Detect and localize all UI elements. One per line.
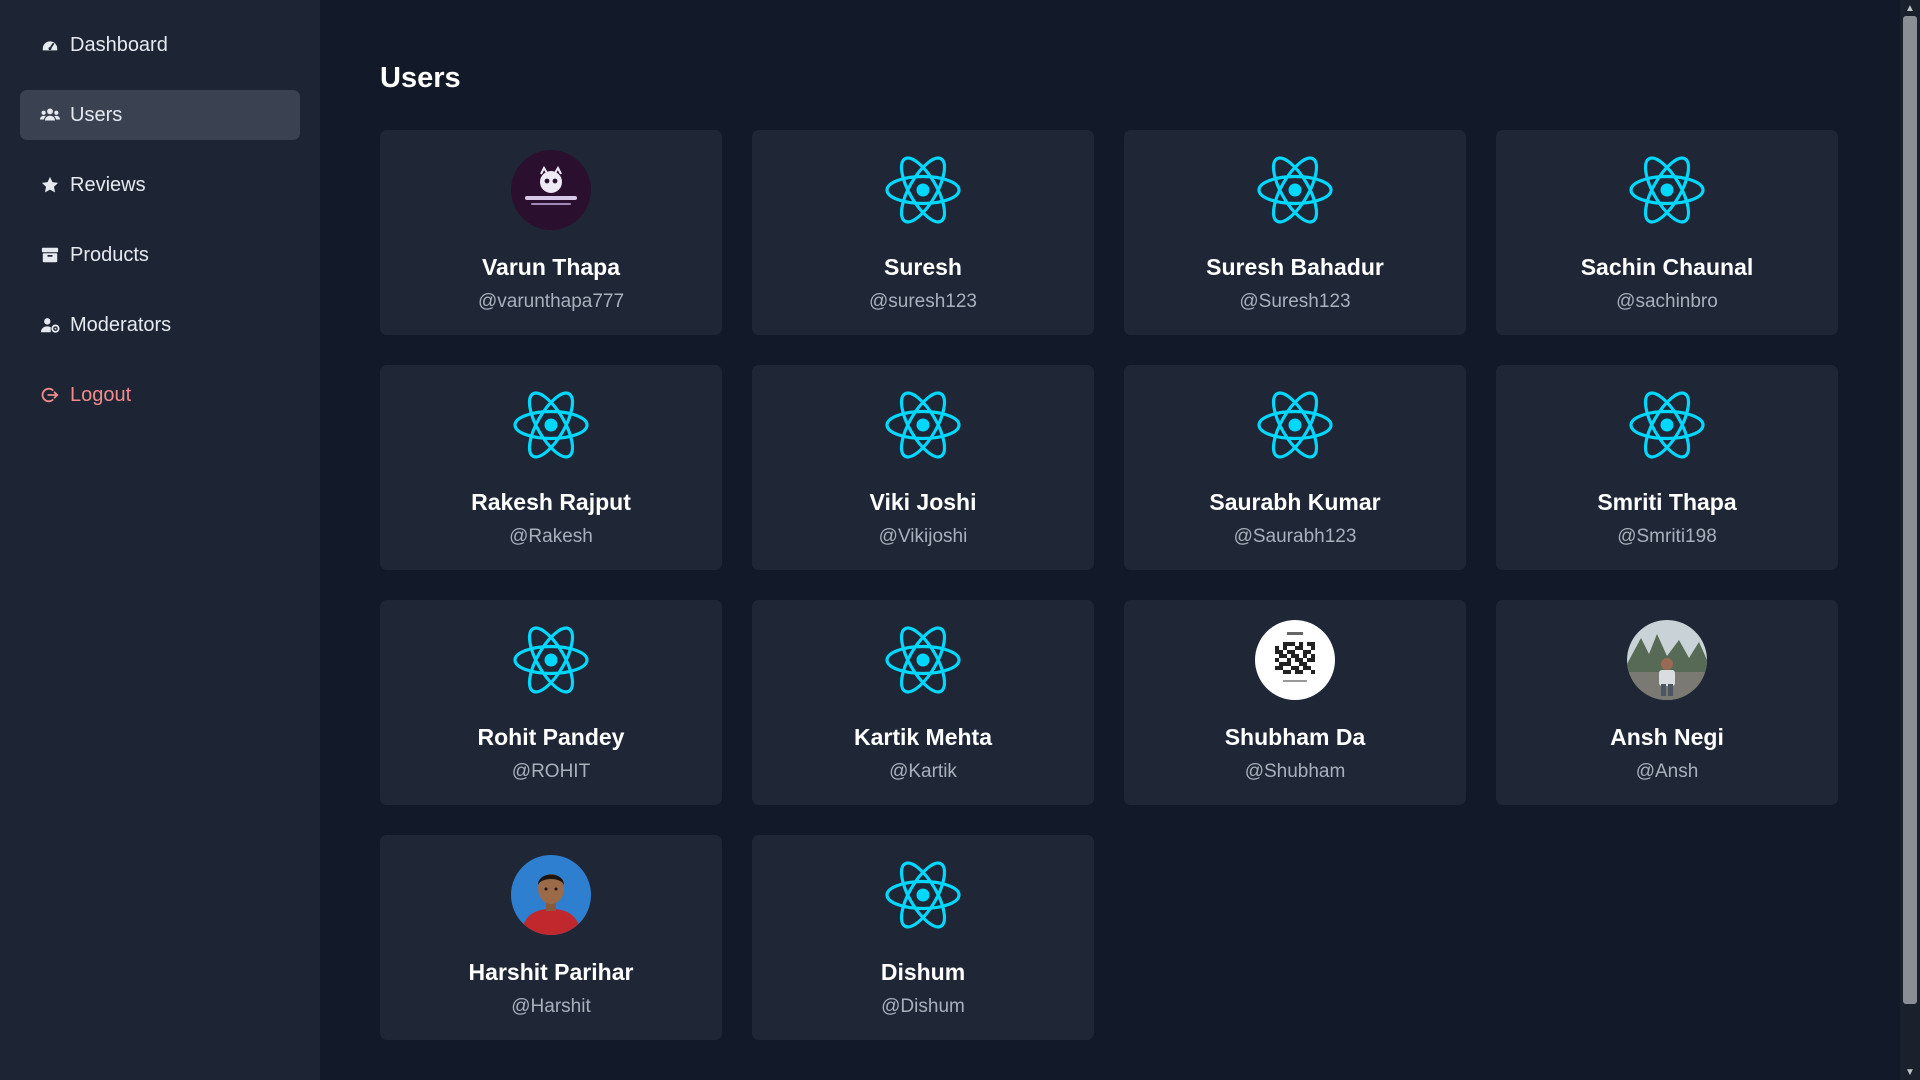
sidebar-item-label: Logout: [70, 383, 132, 406]
react-logo-icon: [1627, 385, 1707, 465]
user-card[interactable]: Dishum @Dishum: [752, 835, 1094, 1040]
user-photo-avatar: [511, 855, 591, 935]
sidebar-item-users[interactable]: Users: [20, 90, 300, 140]
user-card[interactable]: Smriti Thapa @Smriti198: [1496, 365, 1838, 570]
user-handle: @suresh123: [868, 291, 978, 312]
star-icon: [40, 175, 60, 195]
react-logo-icon: [1255, 385, 1335, 465]
user-card[interactable]: Kartik Mehta @Kartik: [752, 600, 1094, 805]
sidebar-item-label: Reviews: [70, 173, 146, 196]
react-logo-icon: [883, 150, 963, 230]
user-handle: @Shubham: [1244, 761, 1346, 782]
user-name: Smriti Thapa: [1597, 489, 1737, 515]
vertical-scrollbar[interactable]: ▲ ▼: [1900, 0, 1920, 1080]
user-handle: @Vikijoshi: [878, 526, 968, 547]
page-title: Users: [380, 62, 461, 94]
sidebar-item-products[interactable]: Products: [20, 230, 300, 280]
user-name: Suresh: [884, 254, 962, 280]
user-handle: @Ansh: [1635, 761, 1699, 782]
user-card[interactable]: Ansh Negi @Ansh: [1496, 600, 1838, 805]
logout-icon: [40, 385, 60, 405]
sidebar-item-label: Products: [70, 243, 149, 266]
user-card[interactable]: Harshit Parihar @Harshit: [380, 835, 722, 1040]
react-logo-icon: [883, 620, 963, 700]
user-card[interactable]: Shubham Da @Shubham: [1124, 600, 1466, 805]
user-handle: @Rakesh: [509, 526, 593, 547]
user-cog-icon: [40, 315, 60, 335]
main-content: Users Varun Thapa @varunthapa777 Suresh @su…: [320, 0, 1900, 1080]
user-name: Rohit Pandey: [477, 724, 625, 750]
qr-code-avatar: [1255, 620, 1335, 700]
react-logo-icon: [1627, 150, 1707, 230]
user-name: Rakesh Rajput: [471, 489, 631, 515]
user-card[interactable]: Varun Thapa @varunthapa777: [380, 130, 722, 335]
user-handle: @ROHIT: [511, 761, 591, 782]
user-name: Dishum: [880, 959, 966, 985]
user-handle: @Harshit: [511, 996, 591, 1017]
react-logo-icon: [1255, 150, 1335, 230]
user-name: Sachin Chaunal: [1580, 254, 1754, 280]
box-icon: [40, 245, 60, 265]
user-handle: @varunthapa777: [477, 291, 625, 312]
sidebar-item-dashboard[interactable]: Dashboard: [20, 20, 300, 70]
user-card[interactable]: Suresh @suresh123: [752, 130, 1094, 335]
user-name: Varun Thapa: [481, 254, 621, 280]
user-card-grid: Varun Thapa @varunthapa777 Suresh @suresh12…: [380, 130, 1838, 1040]
user-card[interactable]: Saurabh Kumar @Saurabh123: [1124, 365, 1466, 570]
scroll-up-arrow-icon[interactable]: ▲: [1900, 0, 1920, 16]
user-handle: @Dishum: [881, 996, 965, 1017]
user-card[interactable]: Sachin Chaunal @sachinbro: [1496, 130, 1838, 335]
user-handle: @Kartik: [889, 761, 957, 782]
sidebar-item-logout[interactable]: Logout: [20, 370, 300, 420]
user-card[interactable]: Viki Joshi @Vikijoshi: [752, 365, 1094, 570]
user-name: Kartik Mehta: [853, 724, 993, 750]
user-handle: @Suresh123: [1239, 291, 1351, 312]
sidebar-item-label: Users: [70, 103, 123, 126]
react-logo-icon: [511, 385, 591, 465]
user-name: Saurabh Kumar: [1209, 489, 1381, 515]
scroll-down-arrow-icon[interactable]: ▼: [1900, 1064, 1920, 1080]
react-logo-icon: [511, 620, 591, 700]
sidebar-item-reviews[interactable]: Reviews: [20, 160, 300, 210]
sidebar-item-moderators[interactable]: Moderators: [20, 300, 300, 350]
user-photo-avatar: [1627, 620, 1707, 700]
user-name: Ansh Negi: [1610, 724, 1724, 750]
user-handle: @sachinbro: [1616, 291, 1718, 312]
user-card[interactable]: Rakesh Rajput @Rakesh: [380, 365, 722, 570]
user-card[interactable]: Rohit Pandey @ROHIT: [380, 600, 722, 805]
dashboard-gauge-icon: [40, 35, 60, 55]
user-name: Viki Joshi: [869, 489, 977, 515]
react-logo-icon: [883, 385, 963, 465]
user-handle: @Smriti198: [1617, 526, 1717, 547]
sidebar: Dashboard Users Reviews Products Moderat…: [0, 0, 320, 1080]
user-name: Harshit Parihar: [468, 959, 634, 985]
user-name: Suresh Bahadur: [1206, 254, 1384, 280]
user-handle: @Saurabh123: [1233, 526, 1357, 547]
user-name: Shubham Da: [1224, 724, 1366, 750]
wannabe-coder-logo: [511, 150, 591, 230]
react-logo-icon: [883, 855, 963, 935]
user-card[interactable]: Suresh Bahadur @Suresh123: [1124, 130, 1466, 335]
users-icon: [40, 105, 60, 125]
sidebar-item-label: Dashboard: [70, 33, 168, 56]
sidebar-item-label: Moderators: [70, 313, 172, 336]
scroll-thumb[interactable]: [1903, 16, 1917, 1004]
